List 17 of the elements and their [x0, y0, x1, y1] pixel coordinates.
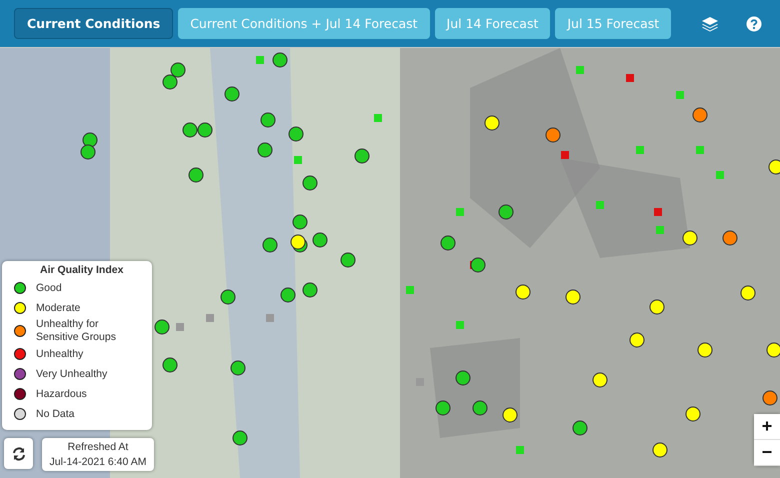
zoom-out-button[interactable]: −	[754, 440, 780, 466]
refresh-button[interactable]	[4, 438, 33, 469]
legend-label: Very Unhealthy	[36, 368, 108, 380]
help-icon[interactable]	[746, 16, 762, 32]
legend-label: Good	[36, 282, 63, 294]
refresh-label: Refreshed At	[68, 440, 128, 454]
legend-label: Unhealthy	[36, 348, 84, 360]
refresh-time: Jul-14-2021 6:40 AM	[50, 454, 146, 470]
legend-label: Moderate	[36, 302, 82, 314]
legend-label: Unhealthy for Sensitive Groups	[36, 318, 117, 344]
zoom-in-button[interactable]: +	[754, 414, 780, 440]
forecast-tab[interactable]: Current Conditions	[14, 8, 174, 39]
legend-label: Hazardous	[36, 388, 88, 400]
legend-label: No Data	[36, 408, 76, 420]
refresh-icon	[12, 446, 26, 460]
legend-title: Air Quality Index	[40, 264, 124, 276]
layers-icon[interactable]	[701, 16, 719, 32]
